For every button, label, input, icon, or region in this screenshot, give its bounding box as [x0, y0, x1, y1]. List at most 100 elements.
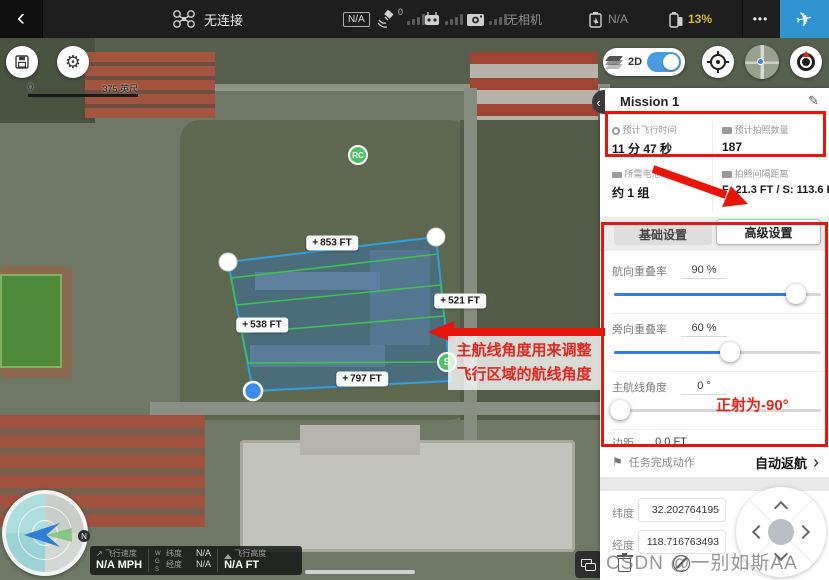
camera-signal-bars [489, 13, 507, 25]
finish-action-label: 任务完成动作 [629, 454, 695, 470]
side-overlap-slider[interactable] [600, 351, 829, 354]
mission-header: Mission 1 ✎ [600, 88, 829, 115]
terrain-patch [250, 345, 385, 367]
course-angle-note: 主航线角度用来调整 飞行区域的航线角度 [448, 336, 600, 390]
takeoff-plane-icon: ✈ [794, 5, 816, 33]
stat-battery-count: 所需电池数 约 1 组 [612, 167, 670, 201]
longitude-value: 118.716763493 [647, 536, 719, 548]
terrain-patch [240, 440, 575, 552]
chevron-right-icon: › [813, 453, 819, 471]
camera-status: 无相机 [506, 11, 542, 28]
edge-length-bottom: +797 FT [336, 372, 388, 387]
stat-flight-time: 预计飞行时间 11 分 47 秒 [612, 123, 677, 157]
camera-icon [722, 127, 732, 134]
attitude-compass-widget [2, 490, 88, 576]
scale-bar-line [28, 94, 138, 97]
watermark: CSDN @一别如斯AA [606, 548, 798, 575]
nudge-right-button[interactable] [796, 525, 810, 539]
back-icon: ‹ [17, 6, 25, 30]
side-overlap-label: 旁向重叠率 [612, 321, 667, 337]
telemetry-lat-value: N/A [196, 548, 211, 559]
device-battery-value: 13% [688, 12, 712, 26]
layers-icon [607, 56, 623, 68]
telemetry-coordinates: WGS 纬度N/A 经度N/A [149, 546, 217, 575]
course-angle-slider[interactable] [600, 409, 829, 412]
remote-controller-icon [423, 11, 441, 27]
top-status-bar: ‹ 无连接 N/A 0 无相机 N/A 13% ••• ✈ [0, 0, 829, 38]
compass-north-badge: N [78, 530, 90, 542]
front-overlap-slider[interactable] [600, 293, 829, 296]
save-icon [14, 54, 30, 70]
slider-thumb[interactable] [786, 284, 806, 304]
settings-button[interactable]: ⚙ [57, 46, 89, 78]
dpad-center-knob[interactable] [768, 519, 794, 545]
latitude-field[interactable]: 32.202764195 [638, 498, 726, 522]
telemetry-lng-label: 经度 [166, 559, 182, 570]
scale-min-label: 0 [28, 82, 33, 92]
device-battery-icon [668, 11, 683, 28]
altitude-value: N/A FT [224, 559, 266, 571]
move-icon: + [440, 296, 446, 307]
nudge-up-button[interactable] [774, 501, 788, 515]
minimap-thumbnail[interactable] [745, 45, 779, 79]
move-icon: + [242, 320, 248, 331]
locate-me-button[interactable] [702, 46, 734, 78]
map-scale-bar: 0 375 英尺 [28, 82, 138, 100]
rc-signal-bars [445, 13, 463, 25]
pencil-icon: ✎ [808, 93, 819, 108]
flag-icon: ⚑ [612, 455, 623, 469]
stat-photo-count: 预计拍照数量 187 [722, 123, 789, 154]
takeoff-button[interactable]: ✈ [780, 0, 829, 38]
minimap-position-dot [757, 58, 764, 65]
aircraft-battery-value: N/A [608, 12, 628, 26]
collapse-chevron-icon: ‹ [596, 96, 600, 109]
crosshair-icon [710, 54, 726, 70]
edge-length-right: +521 FT [434, 294, 486, 309]
slider-thumb[interactable] [720, 342, 740, 362]
drone-icon [172, 9, 196, 29]
edge-length-left: +538 FT [236, 318, 288, 333]
compass-icon [797, 53, 815, 71]
edit-mission-button[interactable]: ✎ [808, 93, 819, 109]
terrain-patch [305, 570, 415, 574]
save-mission-button[interactable] [6, 46, 38, 78]
course-angle-label: 主航线角度 [612, 379, 667, 395]
course-angle-value[interactable]: 0 ° [681, 380, 727, 395]
altitude-label: 飞行高度 [234, 549, 266, 558]
mission-complete-action-row[interactable]: ⚑ 任务完成动作 自动返航 › [600, 447, 829, 477]
more-menu-button[interactable]: ••• [742, 0, 778, 38]
map-layers-button[interactable] [575, 551, 602, 578]
terrain-patch [300, 425, 420, 455]
edge-length-top: +853 FT [306, 236, 358, 251]
side-overlap-value[interactable]: 60 % [681, 322, 727, 337]
app-root: S RC +853 FT +521 FT +538 FT +797 FT ⚙ 0… [0, 0, 829, 580]
settings-tabs: 基础设置 高级设置 [600, 217, 829, 251]
stat-photo-interval: 拍照间隔距离 F: 21.3 FT / S: 113.6 FT [722, 167, 829, 196]
move-icon: + [312, 238, 318, 249]
camera-link-icon [466, 12, 485, 27]
tab-advanced-settings[interactable]: 高级设置 [716, 219, 821, 245]
nudge-left-button[interactable] [752, 525, 766, 539]
compass-reset-button[interactable] [790, 46, 822, 78]
telemetry-lng-value: N/A [196, 559, 211, 570]
connection-status: 无连接 [204, 10, 243, 29]
speed-label: 飞行速度 [105, 549, 137, 558]
terrain-patch [150, 402, 610, 415]
satellite-icon [376, 10, 396, 28]
telemetry-lat-label: 纬度 [166, 548, 182, 559]
speed-value: N/A MPH [96, 559, 142, 571]
map-mode-label: 2D [628, 56, 642, 68]
telemetry-altitude: 飞行高度 N/A FT [218, 546, 272, 575]
mission-stats: 预计飞行时间 11 分 47 秒 预计拍照数量 187 所需电池数 约 1 组 … [600, 115, 829, 217]
slider-thumb[interactable] [610, 400, 630, 420]
more-dots-icon: ••• [753, 12, 769, 26]
map-2d-toggle[interactable] [647, 52, 681, 72]
move-icon: + [342, 374, 348, 385]
map-stack-icon [581, 559, 596, 571]
front-overlap-value[interactable]: 90 % [681, 264, 727, 279]
latitude-label: 纬度 [612, 505, 634, 521]
tab-basic-settings[interactable]: 基础设置 [614, 223, 712, 245]
back-button[interactable]: ‹ [0, 0, 43, 38]
mission-panel: Mission 1 ✎ 预计飞行时间 11 分 47 秒 预计拍照数量 187 … [600, 88, 829, 580]
gimbal-ortho-note: 正射为-90° [716, 394, 789, 415]
